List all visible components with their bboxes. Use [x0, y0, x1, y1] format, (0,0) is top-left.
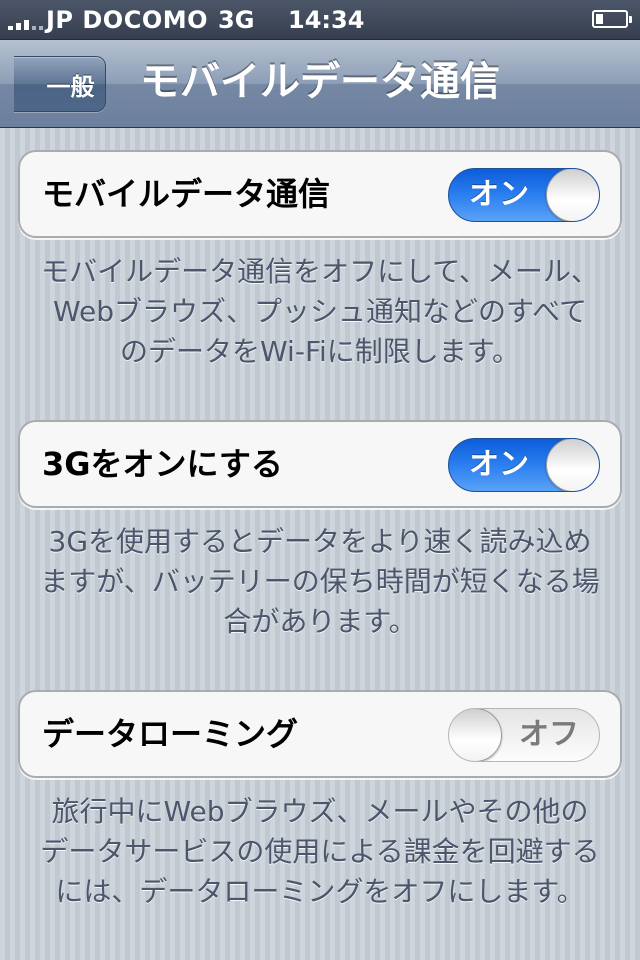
setting-label: モバイルデータ通信 [42, 175, 331, 213]
setting-label: 3Gをオンにする [42, 445, 283, 483]
battery-icon [592, 10, 632, 28]
back-button[interactable]: 一般 [0, 56, 106, 112]
setting-footer-text: モバイルデータ通信をオフにして、メール、Webブラウズ、プッシュ通知などのすべて… [41, 255, 599, 368]
navigation-bar: 一般 モバイルデータ通信 [0, 40, 640, 128]
toggle-state-text: オン [469, 447, 529, 482]
battery-level [596, 14, 603, 24]
toggle-knob[interactable] [546, 169, 599, 221]
data-roaming-toggle[interactable]: オフ [448, 708, 600, 762]
setting-cell-3g: 3Gをオンにする オン [18, 420, 622, 508]
setting-footer-text: 旅行中にWebブラウズ、メールやその他のデータサービスの使用による課金を回避する… [40, 795, 600, 908]
setting-label: データローミング [42, 715, 299, 753]
toggle-state-text: オン [469, 177, 529, 212]
setting-cell-data-roaming: データローミング オフ [18, 690, 622, 778]
network-type: 3G [218, 6, 255, 34]
carrier-name: JP DOCOMO [46, 6, 208, 34]
page-title: モバイルデータ通信 [140, 59, 500, 105]
toggle-state-text: オフ [519, 717, 579, 752]
status-time: 14:34 [288, 6, 365, 34]
back-button-label: 一般 [46, 72, 95, 101]
setting-footer-text: 3Gを使用するとデータをより速く読み込めますが、バッテリーの保ち時間が短くなる場… [40, 525, 600, 638]
setting-cell-cellular-data: モバイルデータ通信 オン [18, 150, 622, 238]
back-arrow-icon [0, 58, 48, 111]
enable-3g-toggle[interactable]: オン [448, 438, 600, 492]
status-bar: JP DOCOMO 3G 14:34 [0, 0, 640, 40]
toggle-knob[interactable] [449, 709, 502, 761]
cellular-data-toggle[interactable]: オン [448, 168, 600, 222]
signal-bars-icon [8, 14, 43, 30]
toggle-knob[interactable] [546, 439, 599, 491]
